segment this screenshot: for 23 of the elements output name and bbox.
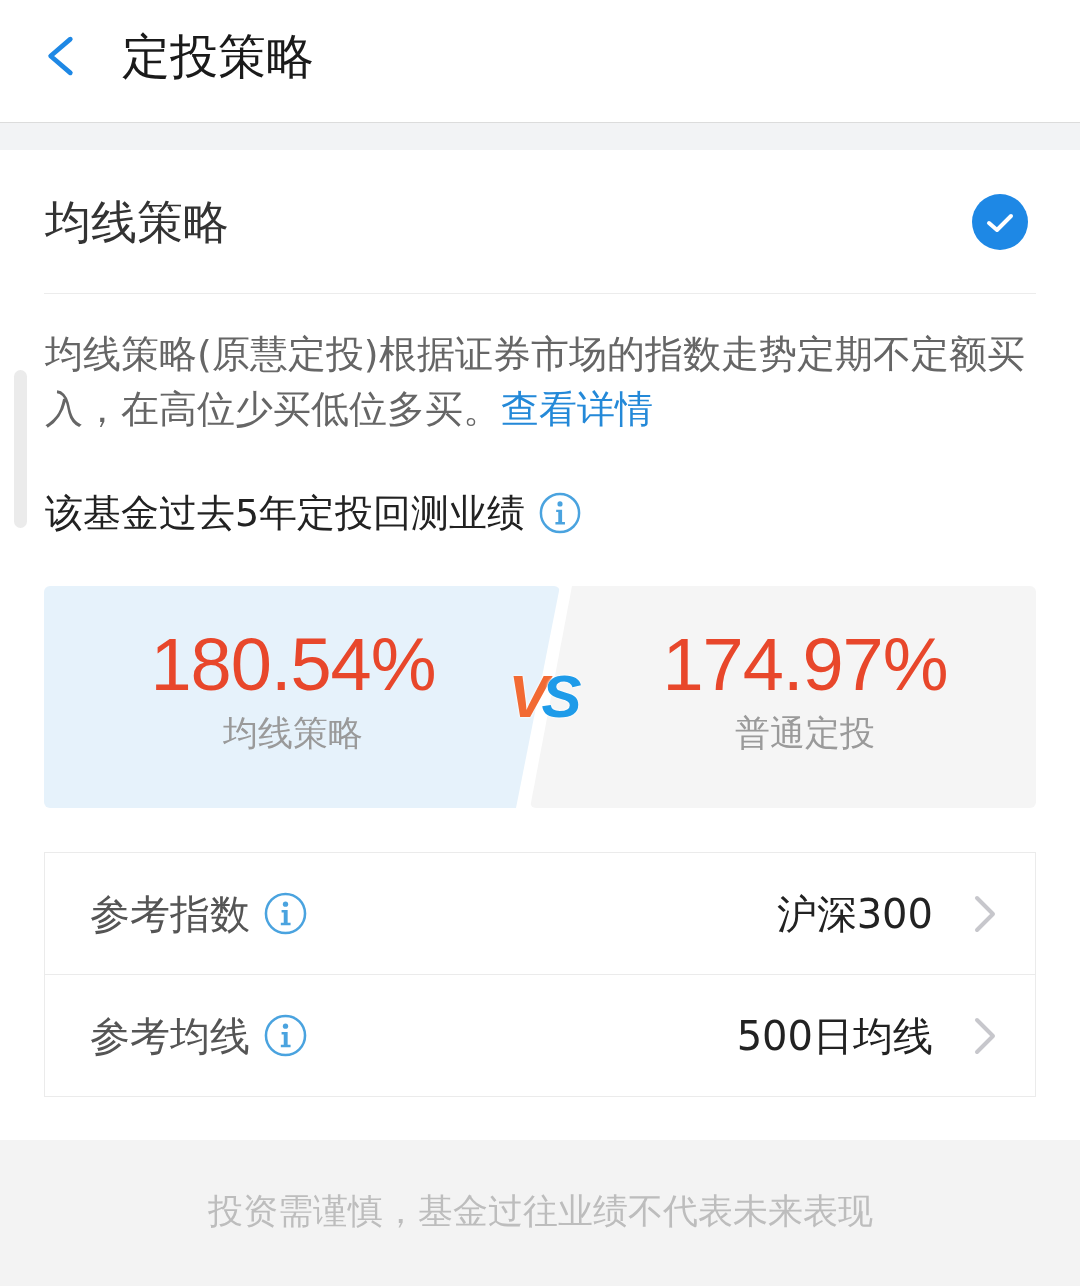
setting-label: 参考指数 [90,889,250,939]
description-text: 均线策略(原慧定投)根据证券市场的指数走势定期不定额买入，在高位少买低位多买。查看详情 [45,331,1026,433]
return-value: 180.54% [150,625,436,705]
setting-label: 参考均线 [90,1011,250,1061]
check-circle-icon[interactable] [972,193,1028,250]
setting-value: 500日均线 [736,1011,933,1061]
info-icon[interactable] [539,492,582,534]
section-title: 该基金过去5年定投回测业绩 [45,490,526,537]
chevron-right-icon [973,1015,997,1056]
strategy-name: 均线策略 [45,193,229,251]
back-icon[interactable] [45,35,75,77]
details-link[interactable]: 查看详情 [501,387,653,431]
page-title: 定投策略 [122,27,314,86]
setting-value: 沪深300 [776,889,933,939]
setting-row[interactable]: 参考指数 沪深300 [45,853,1035,974]
return-label: 普通定投 [735,712,875,755]
return-value: 174.97% [662,625,948,705]
setting-row[interactable]: 参考均线 500日均线 [45,974,1035,1096]
chevron-right-icon [973,893,997,934]
return-label: 均线策略 [223,712,363,755]
info-icon[interactable] [264,892,307,935]
vs-logo: VS [508,669,577,725]
info-icon[interactable] [264,1014,307,1057]
